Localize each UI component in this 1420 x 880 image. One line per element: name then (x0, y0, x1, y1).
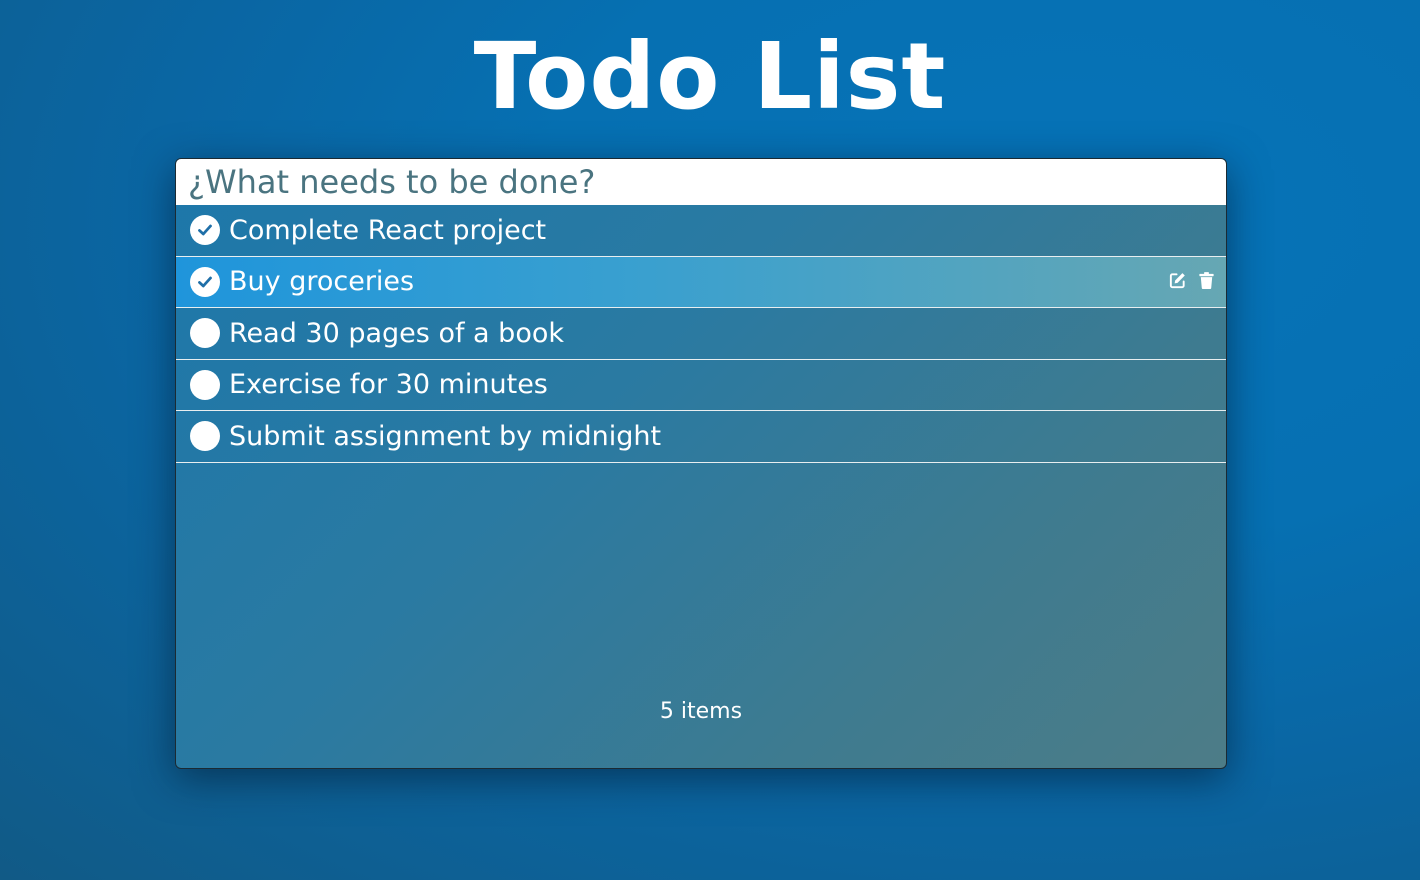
check-circle-icon[interactable] (190, 266, 220, 297)
todo-label: Submit assignment by midnight (229, 420, 662, 452)
todo-label: Exercise for 30 minutes (229, 369, 548, 401)
new-todo-input[interactable] (176, 159, 1226, 205)
trash-icon[interactable] (1197, 271, 1216, 290)
todo-label: Read 30 pages of a book (229, 317, 564, 349)
items-count: 5 items (659, 699, 743, 724)
todo-item[interactable]: Submit assignment by midnight (176, 411, 1226, 463)
page-title: Todo List (473, 23, 947, 130)
todo-item[interactable]: Buy groceries (176, 256, 1226, 308)
edit-icon[interactable] (1168, 271, 1187, 290)
check-circle-icon[interactable] (190, 215, 220, 246)
empty-circle-icon[interactable] (190, 369, 220, 400)
todo-list: Complete React project Buy groceries Rea… (176, 205, 1226, 463)
empty-circle-icon[interactable] (190, 318, 220, 349)
todo-item-actions (1168, 271, 1216, 290)
todo-item[interactable]: Read 30 pages of a book (176, 308, 1226, 360)
todo-label: Complete React project (229, 214, 547, 246)
empty-circle-icon[interactable] (190, 421, 220, 452)
todo-item[interactable]: Complete React project (176, 205, 1226, 257)
todo-label: Buy groceries (229, 266, 415, 298)
todo-card: Complete React project Buy groceries Rea… (175, 158, 1227, 769)
todo-item[interactable]: Exercise for 30 minutes (176, 360, 1226, 411)
